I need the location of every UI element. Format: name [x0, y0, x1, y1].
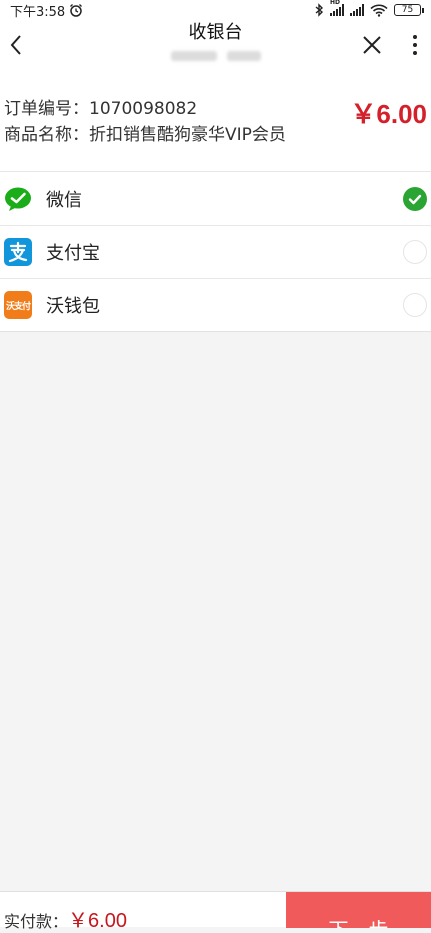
alipay-icon [4, 238, 32, 266]
payment-label-alipay: 支付宝 [46, 243, 100, 264]
wo-wallet-icon: 沃支付 [4, 291, 32, 319]
payment-label-wo-wallet: 沃钱包 [46, 296, 100, 317]
total-label: 实付款： [4, 912, 69, 931]
payment-option-alipay[interactable]: 支付宝 [0, 225, 431, 278]
blurred-subtitle [170, 51, 261, 61]
order-number-label: 订单编号： [4, 99, 89, 119]
status-bar: 下午3:58 HD 75 [0, 0, 431, 20]
radio-unchecked[interactable] [403, 293, 427, 317]
product-name: 折扣销售酷狗豪华VIP会员 [89, 125, 286, 145]
payment-option-wechat[interactable]: 微信 [0, 172, 431, 225]
next-step-button[interactable]: 下一步 [286, 892, 431, 928]
back-arrow-icon[interactable] [6, 30, 26, 60]
total-amount: ￥6.00 [68, 910, 127, 932]
order-price: ￥6.00 [350, 99, 427, 129]
blurred-text-2 [226, 51, 261, 61]
page-title: 收银台 [188, 22, 243, 43]
status-time: 下午3:58 [10, 4, 66, 20]
total-payable: 实付款：￥6.00 [4, 904, 127, 933]
order-number: 1070098082 [89, 99, 198, 119]
payment-label-wechat: 微信 [46, 189, 82, 211]
payment-option-wo-wallet[interactable]: 沃支付 沃钱包 [0, 278, 431, 331]
signal-hd: HD [330, 0, 344, 16]
signal-icon-2 [350, 4, 364, 16]
nav-bar: 收银台 [0, 20, 431, 76]
nav-title-block: 收银台 [170, 22, 261, 61]
wo-wallet-icon-text: 沃支付 [5, 301, 31, 312]
hd-label: HD [330, 0, 341, 6]
wechat-icon [4, 185, 32, 213]
product-name-label: 商品名称： [4, 125, 89, 145]
blurred-text-1 [170, 51, 217, 61]
payment-method-list: 微信 支付宝 沃支付 沃钱包 [0, 172, 431, 332]
status-right: HD 75 [314, 0, 424, 17]
bottom-bar: 实付款：￥6.00 下一步 [0, 891, 431, 932]
status-left: 下午3:58 [10, 1, 83, 20]
alarm-icon [70, 4, 83, 17]
close-icon[interactable] [361, 34, 383, 56]
battery-icon: 75 [394, 4, 424, 16]
order-info: 订单编号：1070098082 商品名称：折扣销售酷狗豪华VIP会员 ￥6.00 [0, 76, 431, 172]
radio-checked-icon[interactable] [403, 186, 427, 211]
wifi-icon [370, 4, 388, 17]
radio-unchecked[interactable] [403, 240, 427, 264]
more-vertical-icon[interactable] [407, 32, 423, 58]
bluetooth-icon [315, 3, 324, 17]
